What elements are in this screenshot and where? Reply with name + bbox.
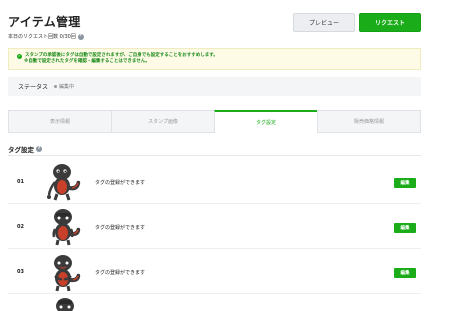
request-button[interactable]: リクエスト [359, 13, 421, 32]
request-count: 本日のリクエスト回数 0/30回 ? [8, 33, 84, 40]
section-title: タグ設定 ? [8, 144, 42, 154]
status-label: ステータス [18, 84, 49, 91]
status-badge: 編集中 [54, 83, 74, 90]
check-circle-icon: ✓ [17, 53, 22, 59]
row-text: タグの登録ができます [95, 270, 146, 276]
row-number: 02 [17, 224, 24, 230]
notice-box: ✓ スタンプの承認後にタグは自動で設定されますが、ご自身でも設定することをおすす… [8, 48, 421, 70]
row-text: タグの登録ができます [95, 225, 146, 231]
page-title: アイテム管理 [8, 15, 81, 29]
edit-button[interactable]: 編集 [394, 268, 416, 278]
preview-button[interactable]: プレビュー [293, 13, 355, 32]
sticker-thumbnail [54, 255, 81, 292]
tab-tag-settings[interactable]: タグ設定 [214, 110, 317, 133]
tag-row: 02 タグの登録ができます 編集 [8, 204, 421, 249]
section-divider [8, 155, 421, 156]
sticker-thumbnail [52, 209, 81, 246]
edit-button[interactable]: 編集 [394, 178, 416, 188]
tab-bar: 表示情報 スタンプ画像 タグ設定 販売価格情報 [8, 110, 421, 133]
tag-row: 01 タグの登録ができます 編集 [8, 159, 421, 204]
sticker-thumbnail [47, 164, 81, 201]
sticker-thumbnail-partial [56, 298, 74, 311]
notice-text-2: ※自動で設定されたタグを確認・編集することはできません。 [24, 59, 150, 64]
tab-display-info[interactable]: 表示情報 [8, 110, 111, 133]
section-title-text: タグ設定 [8, 146, 34, 154]
row-number: 03 [17, 269, 24, 275]
section-help-icon[interactable]: ? [36, 146, 42, 152]
status-bar: ステータス 編集中 [8, 77, 421, 96]
status-value: 編集中 [59, 84, 75, 90]
status-dot-icon [54, 85, 58, 88]
tab-sticker-images[interactable]: スタンプ画像 [111, 110, 214, 133]
row-text: タグの登録ができます [95, 180, 146, 186]
help-icon[interactable]: ? [77, 33, 84, 40]
tab-price-info[interactable]: 販売価格情報 [317, 110, 421, 133]
edit-button[interactable]: 編集 [394, 223, 416, 233]
request-count-text: 本日のリクエスト回数 0/30回 [8, 34, 76, 40]
tag-row: 03 タグの登録ができます 編集 [8, 249, 421, 294]
row-number: 01 [17, 179, 24, 185]
